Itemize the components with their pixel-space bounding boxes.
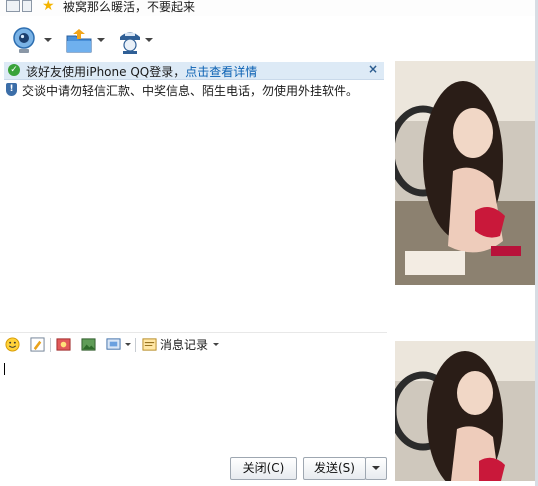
text-caret [4,363,5,375]
send-image-icon[interactable] [81,337,96,352]
contact-show-photo [395,61,535,285]
computer-icon [6,0,20,12]
remote-assist-icon [120,32,140,54]
video-chat-button[interactable] [10,26,38,56]
chevron-down-icon [372,466,380,470]
own-photo-image [395,341,535,481]
send-options-button[interactable] [365,457,387,480]
own-show-photo [395,341,535,481]
security-warning: ! 交谈中请勿轻信汇款、中奖信息、陌生电话，勿使用外挂软件。 [6,82,382,98]
send-button[interactable]: 发送(S) [303,457,366,480]
close-button[interactable]: 关闭(C) [230,457,297,480]
send-file-button[interactable] [64,26,94,56]
remote-assist-dropdown-icon[interactable] [145,38,153,42]
notice-text: 该好友使用iPhone QQ登录， [26,65,186,79]
warning-text: 交谈中请勿轻信汇款、中奖信息、陌生电话，勿使用外挂软件。 [22,84,359,98]
close-notice-icon[interactable]: × [368,62,378,76]
chat-message-area[interactable]: ✓ 该好友使用iPhone QQ登录，点击查看详情 × ! 交谈中请勿轻信汇款、… [0,60,387,332]
screenshot-dropdown-icon[interactable] [125,343,131,346]
webcam-icon [13,27,35,53]
chat-toolbar [0,24,535,60]
iphone-login-notice: ✓ 该好友使用iPhone QQ登录，点击查看详情 × [4,62,384,80]
font-style-icon[interactable] [30,337,45,352]
chat-input-divider [0,332,387,333]
remote-assist-button[interactable] [115,26,145,56]
message-history-button[interactable]: 消息记录 [160,336,208,353]
device-icons [6,0,38,12]
message-history-dropdown-icon[interactable] [213,343,219,346]
contact-photo-image [395,61,535,285]
toolbar-separator [50,338,51,352]
star-icon: ★ [42,0,55,14]
view-details-link[interactable]: 点击查看详情 [185,65,257,79]
contact-signature: 被窝那么暖活，不要起来 [63,0,196,14]
folder-icon [66,29,92,53]
send-file-dropdown-icon[interactable] [97,38,105,42]
screenshot-icon[interactable] [106,337,121,352]
message-input[interactable] [0,357,387,454]
shield-icon: ! [6,83,17,96]
check-icon: ✓ [8,64,20,76]
magic-expression-icon[interactable] [56,337,71,352]
phone-icon [22,0,32,12]
input-toolbar: 消息记录 [0,334,387,356]
message-history-icon[interactable] [142,337,157,352]
video-chat-dropdown-icon[interactable] [44,38,52,42]
emoji-icon[interactable] [5,337,20,352]
toolbar-separator [135,338,136,352]
contact-status-line: ★ 被窝那么暖活，不要起来 [0,0,535,16]
